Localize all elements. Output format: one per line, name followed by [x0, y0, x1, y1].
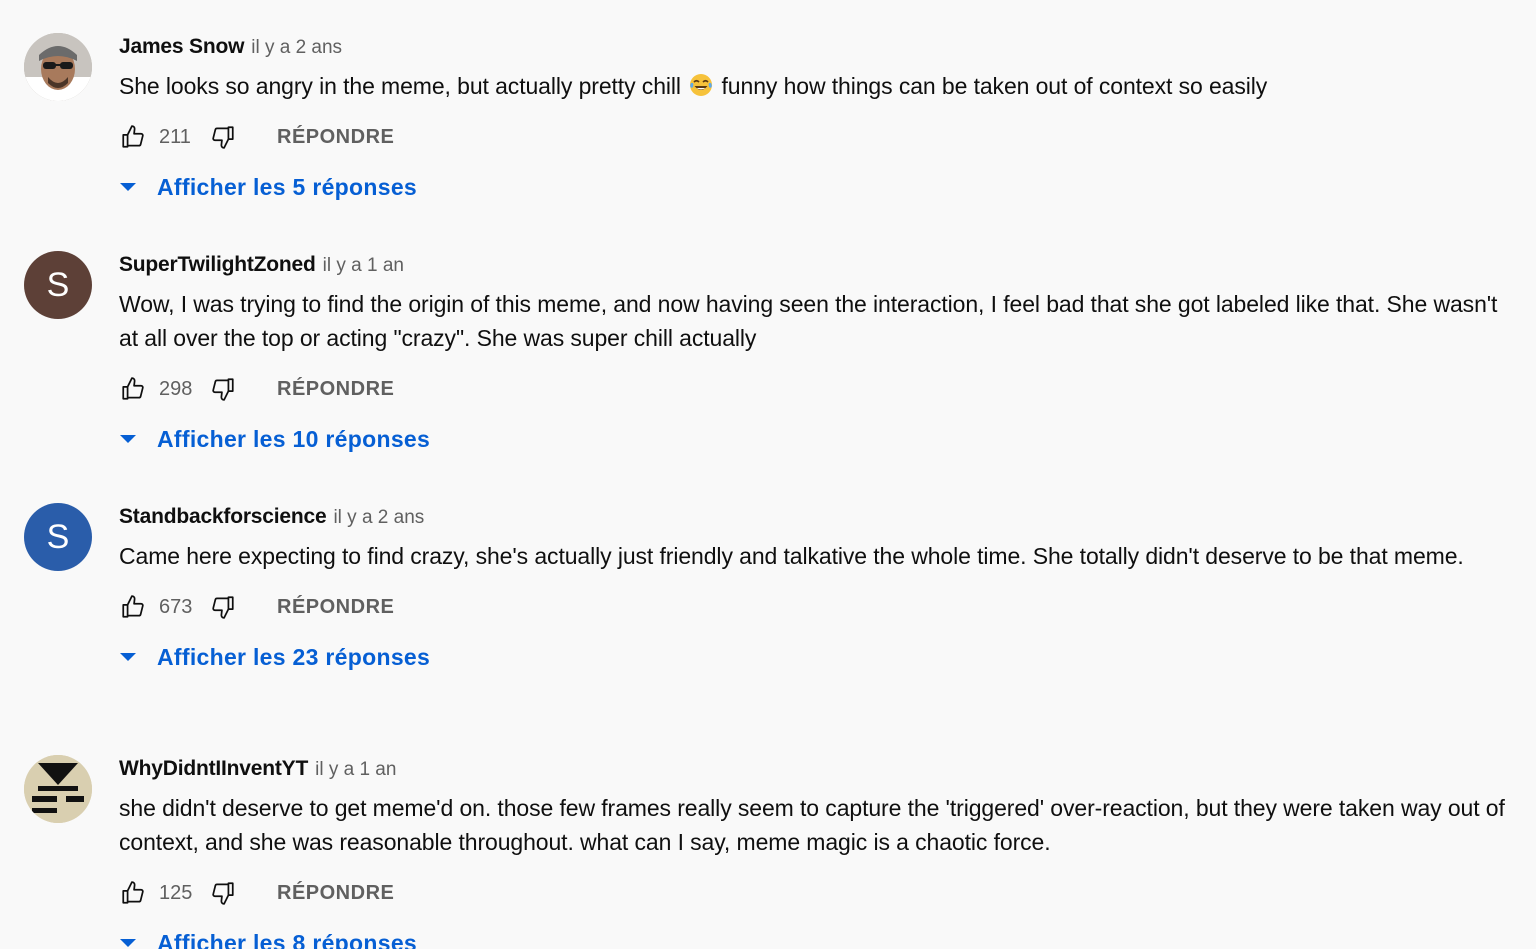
- tears-of-joy-emoji-icon: [690, 74, 713, 96]
- like-button[interactable]: [119, 123, 147, 151]
- view-replies-button[interactable]: Afficher les 10 réponses: [119, 421, 1509, 457]
- reply-button[interactable]: RÉPONDRE: [277, 126, 394, 149]
- like-count: 211: [159, 125, 191, 148]
- dislike-button[interactable]: [209, 879, 237, 907]
- dislike-button[interactable]: [209, 375, 237, 403]
- author-name[interactable]: WhyDidntIInventYT: [119, 757, 308, 781]
- avatar[interactable]: S: [24, 503, 92, 571]
- comment-actions: 211 RÉPONDRE: [119, 119, 1509, 155]
- comment-actions: 673 RÉPONDRE: [119, 589, 1509, 625]
- comment-text-part: She looks so angry in the meme, but actu…: [119, 73, 681, 99]
- like-button[interactable]: [119, 593, 147, 621]
- view-replies-button[interactable]: Afficher les 23 réponses: [119, 639, 1509, 675]
- comment-text: she didn't deserve to get meme'd on. tho…: [119, 795, 1505, 855]
- caret-down-icon: [120, 939, 136, 947]
- avatar[interactable]: [24, 755, 92, 823]
- reply-button[interactable]: RÉPONDRE: [277, 882, 394, 905]
- comment-text-part: funny how things can be taken out of con…: [721, 73, 1268, 99]
- avatar-initial: S: [46, 517, 70, 556]
- comment-time[interactable]: il y a 1 an: [323, 255, 404, 277]
- comment-time[interactable]: il y a 2 ans: [333, 507, 424, 529]
- view-replies-button[interactable]: Afficher les 5 réponses: [119, 169, 1509, 205]
- comment-text: She looks so angry in the meme, but actu…: [119, 69, 1509, 103]
- avatar[interactable]: [24, 33, 92, 101]
- comment-time[interactable]: il y a 1 an: [315, 759, 396, 781]
- view-replies-label: Afficher les 8 réponses: [157, 929, 418, 949]
- comment-actions: 298 RÉPONDRE: [119, 371, 1509, 407]
- comment-actions: 125 RÉPONDRE: [119, 875, 1509, 911]
- thumbs-down-icon: [212, 882, 234, 905]
- avatar[interactable]: S: [24, 251, 92, 319]
- like-button[interactable]: [119, 879, 147, 907]
- avatar-initial: S: [46, 265, 70, 304]
- caret-down-icon: [120, 653, 136, 661]
- reply-button[interactable]: RÉPONDRE: [277, 596, 394, 619]
- author-name[interactable]: James Snow: [119, 35, 244, 59]
- comments-section: James Snow il y a 2 ans She looks so ang…: [0, 0, 1536, 949]
- comment-header: James Snow il y a 2 ans: [119, 33, 1509, 65]
- comment-text: Wow, I was trying to find the origin of …: [119, 291, 1498, 351]
- view-replies-button[interactable]: Afficher les 8 réponses: [119, 925, 1509, 949]
- caret-down-icon: [120, 183, 136, 191]
- like-count: 125: [159, 881, 193, 904]
- thumbs-down-icon: [212, 126, 234, 149]
- comment-header: WhyDidntIInventYT il y a 1 an: [119, 755, 1509, 787]
- dislike-button[interactable]: [209, 123, 237, 151]
- comment-body: SuperTwilightZoned il y a 1 an Wow, I wa…: [119, 251, 1509, 457]
- thumbs-up-icon: [122, 881, 144, 904]
- author-name[interactable]: Standbackforscience: [119, 505, 327, 529]
- comment-header: SuperTwilightZoned il y a 1 an: [119, 251, 1509, 283]
- dislike-button[interactable]: [209, 593, 237, 621]
- comment-header: Standbackforscience il y a 2 ans: [119, 503, 1509, 535]
- thumbs-down-icon: [212, 596, 234, 619]
- comment-time[interactable]: il y a 2 ans: [251, 37, 342, 59]
- comment-body: Standbackforscience il y a 2 ans Came he…: [119, 503, 1509, 675]
- reply-button[interactable]: RÉPONDRE: [277, 378, 394, 401]
- view-replies-label: Afficher les 5 réponses: [157, 173, 418, 200]
- thumbs-up-icon: [122, 377, 144, 400]
- view-replies-label: Afficher les 10 réponses: [157, 425, 431, 452]
- like-button[interactable]: [119, 375, 147, 403]
- thumbs-up-icon: [122, 595, 144, 618]
- comment-body: WhyDidntIInventYT il y a 1 an she didn't…: [119, 755, 1509, 949]
- caret-down-icon: [120, 435, 136, 443]
- view-replies-label: Afficher les 23 réponses: [157, 643, 431, 670]
- thumbs-down-icon: [212, 378, 234, 401]
- thumbs-up-icon: [122, 125, 144, 148]
- channel-logo-icon: [24, 755, 92, 823]
- author-name[interactable]: SuperTwilightZoned: [119, 253, 316, 277]
- comment-text: Came here expecting to find crazy, she's…: [119, 543, 1464, 569]
- user-photo-icon: [24, 33, 92, 101]
- like-count: 673: [159, 595, 193, 618]
- comment-body: James Snow il y a 2 ans She looks so ang…: [119, 33, 1509, 205]
- like-count: 298: [159, 377, 193, 400]
